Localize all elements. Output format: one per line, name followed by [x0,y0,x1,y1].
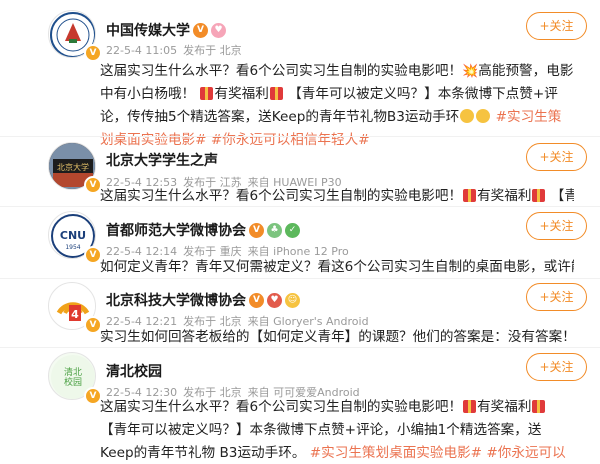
hashtag-link[interactable]: #你永远可以相信年轻人# [211,132,370,148]
follow-button[interactable]: +关注 [526,283,587,311]
post-meta: 22-5-4 11:05 发布于 北京 [106,44,242,57]
post-text: 实习生如何回答老板给的【如何定义青年】的课题？他们的答案是：没有答案！（并反 [100,329,574,345]
fan-badge-icon: ♥ [267,292,282,308]
svg-text:清北: 清北 [64,366,82,378]
account-name[interactable]: 中国传媒大学 V ♥ [106,20,226,40]
svg-text:校园: 校园 [64,376,82,388]
account-name[interactable]: 首都师范大学微博协会 V ♣ ✓ [106,220,300,240]
svg-text:1954: 1954 [65,244,80,251]
gift-icon [463,400,477,413]
gift-icon [200,87,214,100]
emoji-icon [460,109,475,123]
post-text: 这届实习生什么水平？看6个公司实习生自制的实验电影吧！ 有奖福利 【青年可以被定义… [100,396,574,464]
post-text: 这届实习生什么水平？看6个公司实习生自制的实验电影吧！有奖福利 【青年可以 [100,188,574,204]
post-text: 如何定义青年？青年又何需被定义？看这6个公司实习生自制的桌面电影，或许能得到 [100,259,574,275]
divider [0,278,600,279]
gift-icon [532,189,546,202]
gift-icon [269,87,283,100]
fan-badge-icon: ♣ [267,222,282,238]
emoji-icon [476,109,491,123]
divider [0,136,600,137]
vip-badge-icon: V [193,22,208,38]
svg-text:北京大学: 北京大学 [57,162,89,172]
account-name[interactable]: 北京科技大学微博协会 V ♥ ☺ [106,290,300,310]
boom-icon: 💥 [462,64,479,79]
fan-badge-icon: ♥ [211,22,226,38]
fan-badge-icon: ☺ [285,292,300,308]
follow-button[interactable]: +关注 [526,143,587,171]
account-name[interactable]: 清北校园 [106,361,162,381]
gift-icon [463,189,477,202]
vip-badge-icon: V [249,292,264,308]
svg-text:4: 4 [71,308,79,321]
divider [0,347,600,348]
follow-button[interactable]: +关注 [526,353,587,381]
fan-badge-icon: ✓ [285,222,300,238]
hashtag-link[interactable]: #实习生策划桌面实验电影# [310,445,482,461]
post-text: 这届实习生什么水平？看6个公司实习生自制的实验电影吧！💥高能预警，电影中有小白杨… [100,63,574,148]
svg-text:CNU: CNU [60,229,86,242]
follow-button[interactable]: +关注 [526,212,587,240]
divider [0,206,600,207]
gift-icon [532,400,546,413]
vip-badge-icon: V [249,222,264,238]
follow-button[interactable]: +关注 [526,12,587,40]
account-name[interactable]: 北京大学学生之声 [106,150,218,170]
